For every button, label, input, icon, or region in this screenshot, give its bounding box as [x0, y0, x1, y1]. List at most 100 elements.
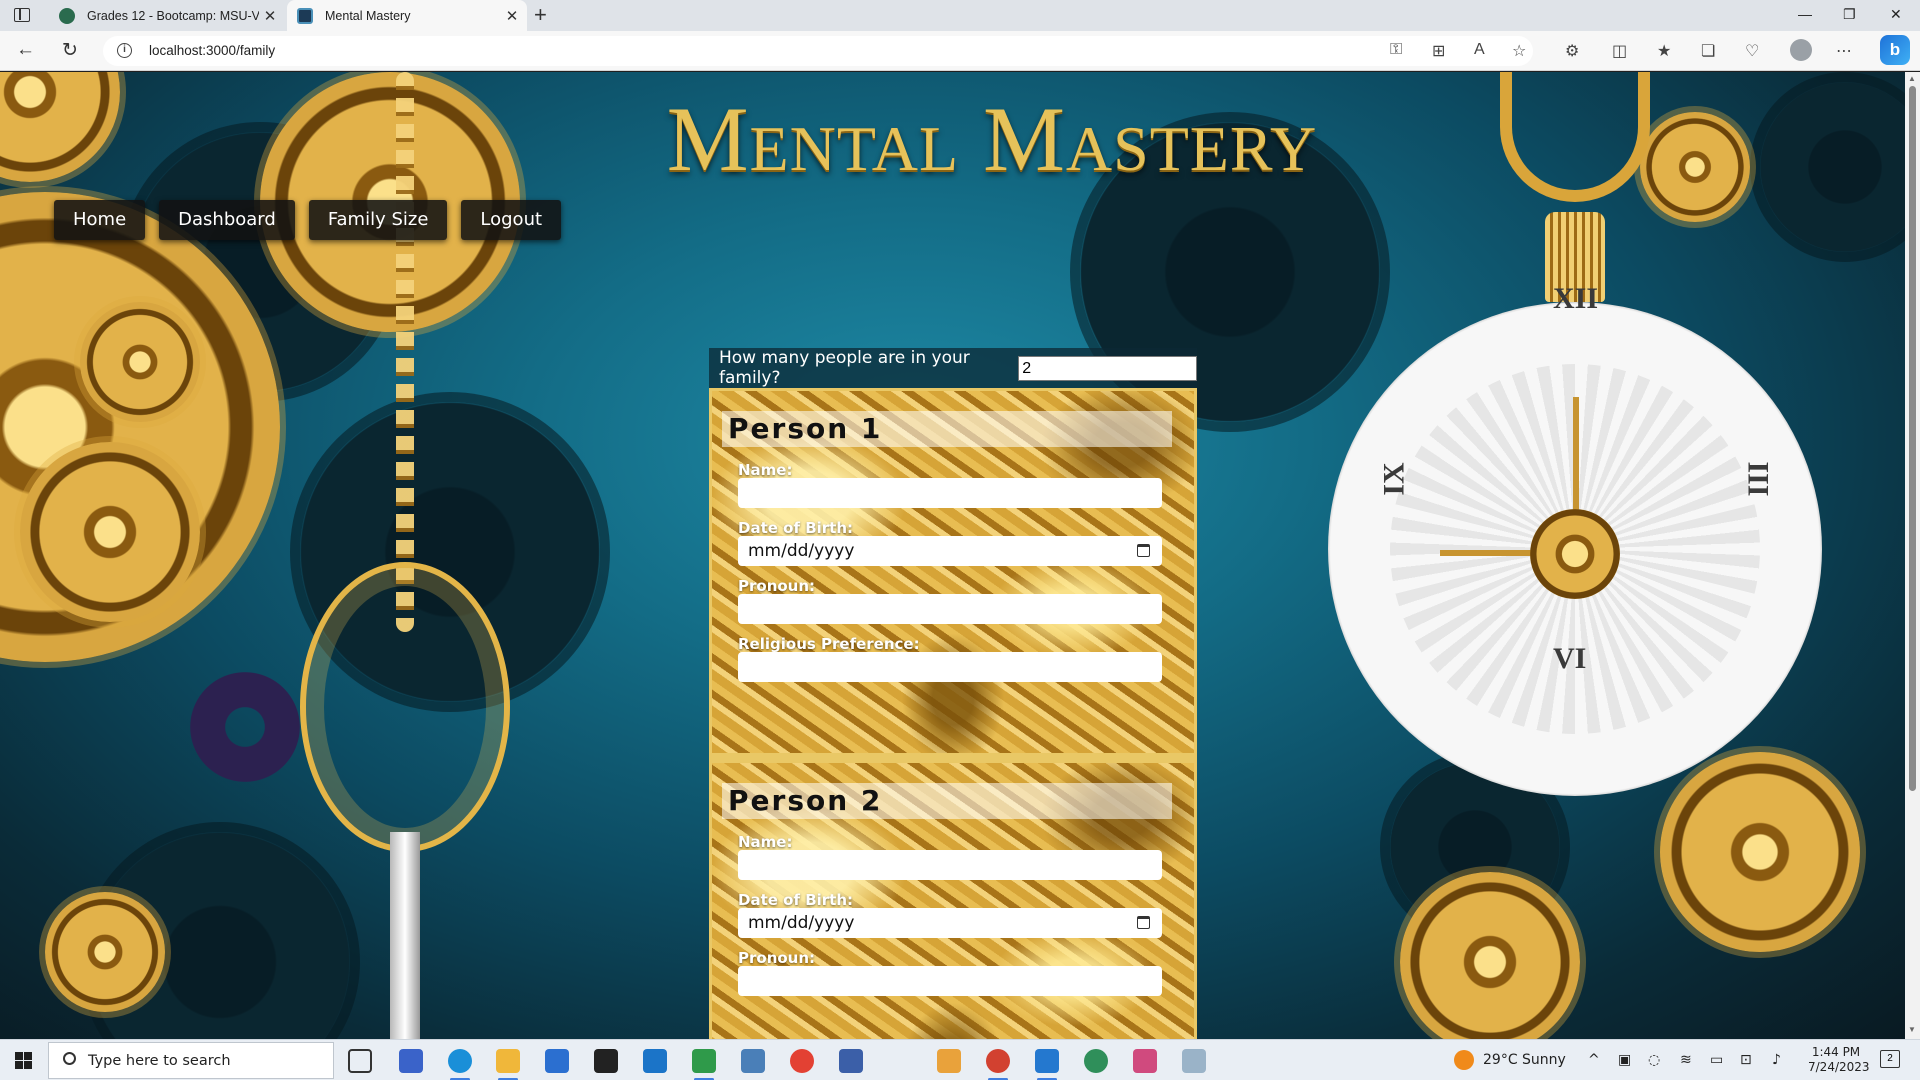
- page-scrollbar[interactable]: ▲ ▼: [1905, 72, 1920, 1039]
- show-hidden-icons-icon[interactable]: ^: [1588, 1052, 1600, 1068]
- restore-icon[interactable]: ❐: [1843, 6, 1856, 23]
- scroll-up-icon[interactable]: ▲: [1908, 74, 1916, 83]
- app-icon[interactable]: [1182, 1049, 1206, 1073]
- family-count-row: How many people are in your family? 2: [709, 348, 1197, 388]
- notepad-icon[interactable]: [692, 1049, 716, 1080]
- mail-icon[interactable]: [643, 1049, 667, 1073]
- mongodb-icon[interactable]: [1084, 1049, 1108, 1073]
- gold-gear-icon: [1400, 872, 1580, 1039]
- site-info-icon[interactable]: i: [117, 43, 132, 58]
- minimize-icon[interactable]: —: [1798, 6, 1812, 22]
- dob-input[interactable]: mm/dd/yyyy: [738, 536, 1162, 566]
- background-gear-icon: [1760, 82, 1905, 252]
- profile-avatar[interactable]: [1790, 39, 1812, 61]
- bing-copilot-icon[interactable]: b: [1880, 35, 1910, 65]
- favorites-icon[interactable]: ★: [1657, 41, 1671, 61]
- person-card: Person 1 Name: Date of Birth: mm/dd/yyyy…: [709, 388, 1197, 756]
- taskbar-search[interactable]: Type here to search: [48, 1042, 334, 1079]
- dob-input[interactable]: mm/dd/yyyy: [738, 908, 1162, 938]
- family-form: How many people are in your family? 2 Pe…: [709, 348, 1197, 1039]
- close-tab-icon[interactable]: ✕: [501, 7, 523, 25]
- file-explorer-icon[interactable]: [496, 1049, 520, 1080]
- tray-app-icon[interactable]: ▣: [1618, 1052, 1631, 1068]
- split-screen-icon[interactable]: ◫: [1612, 41, 1627, 61]
- close-tab-icon[interactable]: ✕: [259, 7, 281, 25]
- gold-gear-icon: [1660, 752, 1860, 952]
- name-input[interactable]: [738, 850, 1162, 880]
- read-aloud-icon[interactable]: A: [1474, 41, 1485, 59]
- key-icon[interactable]: ⚿: [1390, 41, 1402, 59]
- browser-tab-mental-mastery[interactable]: Mental Mastery ✕: [287, 0, 527, 31]
- url-field[interactable]: i localhost:3000/family: [103, 36, 1533, 66]
- app-icon[interactable]: [888, 1049, 912, 1073]
- calendar-icon[interactable]: [1137, 916, 1150, 929]
- family-count-input[interactable]: 2: [1018, 355, 1197, 381]
- calendar-icon[interactable]: [1137, 544, 1150, 557]
- app-icon[interactable]: [937, 1049, 961, 1073]
- clock-date: 7/24/2023: [1808, 1060, 1870, 1074]
- back-icon[interactable]: ←: [16, 39, 35, 61]
- url-text: localhost:3000/family: [149, 43, 276, 58]
- religion-input[interactable]: [738, 652, 1162, 682]
- notification-icon[interactable]: 2: [1880, 1050, 1900, 1068]
- watch-numeral: III: [1741, 461, 1775, 497]
- network-app-icon[interactable]: [839, 1049, 863, 1073]
- slack-icon[interactable]: [1133, 1049, 1157, 1073]
- collections-icon[interactable]: ❏: [1701, 41, 1715, 61]
- volume-icon[interactable]: ♪: [1772, 1052, 1781, 1068]
- chrome-profile-icon[interactable]: [986, 1049, 1010, 1080]
- windows-start-icon[interactable]: [15, 1052, 32, 1069]
- nav-logout[interactable]: Logout: [461, 200, 562, 240]
- wifi-icon[interactable]: ≋: [1680, 1052, 1692, 1068]
- scrollbar-thumb[interactable]: [1909, 86, 1916, 791]
- dob-label: Date of Birth:: [738, 519, 854, 537]
- nav-family-size[interactable]: Family Size: [308, 200, 448, 240]
- calculator-icon[interactable]: [741, 1049, 765, 1073]
- pocket-watch-bow: [1500, 72, 1650, 202]
- edge-icon[interactable]: [448, 1049, 472, 1080]
- browser-tab-grades[interactable]: Grades 12 - Bootcamp: MSU-VIR ✕: [49, 0, 285, 31]
- dob-label: Date of Birth:: [738, 891, 854, 909]
- refresh-icon[interactable]: ↻: [62, 39, 78, 62]
- watch-numeral: XII: [1553, 282, 1599, 315]
- tray-app-icon[interactable]: ◌: [1648, 1052, 1660, 1068]
- taskbar-clock[interactable]: 1:44 PM 7/24/2023: [1808, 1045, 1870, 1075]
- weather-sun-icon[interactable]: [1454, 1050, 1474, 1070]
- pronoun-input[interactable]: [738, 966, 1162, 996]
- extensions-icon[interactable]: ⚙: [1565, 41, 1579, 61]
- name-input[interactable]: [738, 478, 1162, 508]
- gold-gear-icon: [45, 892, 165, 1012]
- tab-actions-icon[interactable]: [14, 8, 30, 22]
- chrome-icon[interactable]: [790, 1049, 814, 1073]
- apps-icon[interactable]: ⊞: [1432, 41, 1445, 61]
- name-label: Name:: [738, 461, 793, 479]
- nav-home[interactable]: Home: [54, 200, 146, 240]
- gold-gear-icon: [20, 442, 200, 622]
- browser-tab-bar: Grades 12 - Bootcamp: MSU-VIR ✕ Mental M…: [0, 0, 1920, 31]
- close-window-icon[interactable]: ✕: [1890, 6, 1902, 23]
- vscode-icon[interactable]: [1035, 1049, 1059, 1080]
- pronoun-label: Pronoun:: [738, 949, 816, 967]
- search-icon: [63, 1052, 76, 1065]
- favorite-star-icon[interactable]: ☆: [1512, 41, 1526, 61]
- new-tab-icon[interactable]: +: [534, 2, 547, 28]
- battery-icon[interactable]: ▭: [1710, 1052, 1723, 1068]
- weather-text[interactable]: 29°C Sunny: [1483, 1052, 1566, 1068]
- powershell-icon[interactable]: [399, 1049, 423, 1073]
- nav-dashboard[interactable]: Dashboard: [159, 200, 295, 240]
- gold-gear-icon: [1640, 112, 1750, 222]
- watch-numeral: VI: [1553, 642, 1587, 675]
- terminal-icon[interactable]: [594, 1049, 618, 1073]
- site-favicon-icon: [59, 7, 75, 24]
- name-label: Name:: [738, 833, 793, 851]
- scroll-down-icon[interactable]: ▼: [1908, 1025, 1916, 1034]
- more-menu-icon[interactable]: ⋯: [1836, 41, 1852, 61]
- page-viewport: XII VI IX III Mental Mastery Home Dashbo…: [0, 72, 1905, 1039]
- tray-app-icon[interactable]: ⊡: [1740, 1052, 1752, 1068]
- pronoun-label: Pronoun:: [738, 577, 816, 595]
- pronoun-input[interactable]: [738, 594, 1162, 624]
- task-view-icon[interactable]: [348, 1049, 372, 1073]
- browser-essentials-icon[interactable]: ♡: [1745, 41, 1759, 61]
- store-icon[interactable]: [545, 1049, 569, 1073]
- dob-placeholder: mm/dd/yyyy: [748, 541, 855, 561]
